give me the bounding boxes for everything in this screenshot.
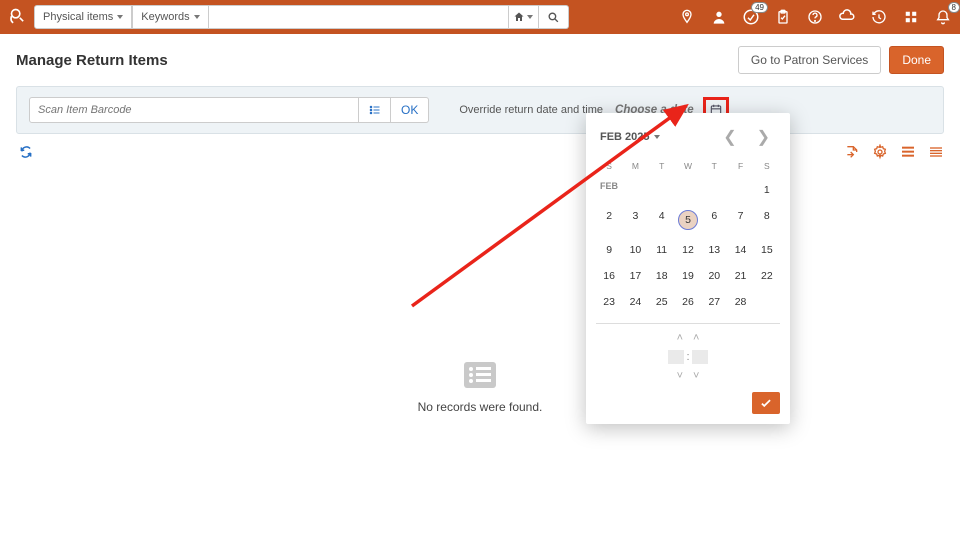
calendar-day[interactable]: 18 bbox=[649, 263, 675, 289]
search-button[interactable] bbox=[539, 5, 569, 29]
top-icons: 49 8 bbox=[678, 8, 952, 26]
date-picker-popup: FEB 2025 ❮ ❯ SMTWTFS FEB 1 2345678910111… bbox=[586, 113, 790, 424]
gear-icon[interactable] bbox=[872, 144, 888, 160]
scope-dropdown[interactable]: Physical items bbox=[34, 5, 132, 29]
calendar-day[interactable]: 22 bbox=[754, 263, 780, 289]
calendar-day[interactable]: 6 bbox=[701, 203, 727, 237]
calendar-day[interactable]: 12 bbox=[675, 237, 701, 263]
apps-icon[interactable] bbox=[902, 8, 920, 26]
app-logo[interactable] bbox=[8, 6, 30, 28]
calendar-day[interactable]: 28 bbox=[727, 289, 753, 315]
confirm-date-button[interactable] bbox=[752, 392, 780, 414]
calendar-day[interactable]: 15 bbox=[754, 237, 780, 263]
calendar-day[interactable]: 13 bbox=[701, 237, 727, 263]
calendar-day[interactable]: 14 bbox=[727, 237, 753, 263]
prev-month-button[interactable]: ❮ bbox=[717, 125, 742, 149]
home-button[interactable] bbox=[509, 5, 539, 29]
minute-field[interactable] bbox=[692, 350, 708, 364]
calendar-day[interactable]: 9 bbox=[596, 237, 622, 263]
calendar-day[interactable]: 24 bbox=[622, 289, 648, 315]
help-icon[interactable] bbox=[806, 8, 824, 26]
minute-up[interactable]: ˄ bbox=[693, 332, 699, 344]
calendar-day[interactable]: 27 bbox=[701, 289, 727, 315]
calendar-day[interactable]: 19 bbox=[675, 263, 701, 289]
calendar-day[interactable]: 16 bbox=[596, 263, 622, 289]
calendar-grid: 2345678910111213141516171819202122232425… bbox=[596, 203, 780, 315]
month-short: FEB bbox=[596, 177, 622, 203]
empty-message: No records were found. bbox=[0, 400, 960, 414]
tasks-badge: 49 bbox=[751, 2, 768, 13]
hour-field[interactable] bbox=[668, 350, 684, 364]
field-label: Keywords bbox=[141, 11, 189, 23]
month-year-label: FEB 2025 bbox=[600, 131, 650, 143]
calendar-day[interactable]: 11 bbox=[649, 237, 675, 263]
hour-up[interactable]: ˄ bbox=[677, 332, 683, 344]
next-month-button[interactable]: ❯ bbox=[751, 125, 776, 149]
calendar-day[interactable]: 5 bbox=[675, 203, 701, 237]
view-options bbox=[844, 144, 944, 160]
calendar-day[interactable]: 10 bbox=[622, 237, 648, 263]
detail-view-icon[interactable] bbox=[900, 144, 916, 160]
empty-list-icon bbox=[464, 362, 496, 388]
calendar-day[interactable]: 25 bbox=[649, 289, 675, 315]
list-toolbar bbox=[16, 142, 944, 162]
done-button[interactable]: Done bbox=[889, 46, 944, 74]
page-title: Manage Return Items bbox=[16, 52, 738, 69]
calendar-day[interactable]: 1 bbox=[754, 177, 780, 203]
calendar-day[interactable]: 23 bbox=[596, 289, 622, 315]
calendar-day[interactable]: 2 bbox=[596, 203, 622, 237]
patron-services-button[interactable]: Go to Patron Services bbox=[738, 46, 881, 74]
page-header: Manage Return Items Go to Patron Service… bbox=[0, 34, 960, 86]
calendar-day[interactable]: 17 bbox=[622, 263, 648, 289]
calendar-day[interactable]: 7 bbox=[727, 203, 753, 237]
location-icon[interactable] bbox=[678, 8, 696, 26]
alerts-icon[interactable]: 8 bbox=[934, 8, 952, 26]
refresh-icon[interactable] bbox=[16, 142, 36, 162]
caret-down-icon bbox=[194, 15, 200, 19]
time-picker: ˄˄ : ˅˅ bbox=[596, 323, 780, 382]
barcode-input[interactable] bbox=[29, 97, 359, 123]
scope-label: Physical items bbox=[43, 11, 113, 23]
ok-button[interactable]: OK bbox=[391, 97, 429, 123]
caret-down-icon bbox=[117, 15, 123, 19]
list-icon[interactable] bbox=[359, 97, 391, 123]
hour-down[interactable]: ˅ bbox=[677, 370, 683, 382]
search-group: Physical items Keywords bbox=[34, 5, 569, 29]
alerts-badge: 8 bbox=[948, 2, 960, 13]
weekday-row: SMTWTFS bbox=[596, 161, 780, 171]
user-icon[interactable] bbox=[710, 8, 728, 26]
scan-toolbar: OK Override return date and time bbox=[16, 86, 944, 134]
caret-down-icon bbox=[654, 135, 660, 139]
field-dropdown[interactable]: Keywords bbox=[132, 5, 208, 29]
history-icon[interactable] bbox=[870, 8, 888, 26]
calendar-day[interactable]: 21 bbox=[727, 263, 753, 289]
minute-down[interactable]: ˅ bbox=[693, 370, 699, 382]
top-bar: Physical items Keywords 49 8 bbox=[0, 0, 960, 34]
export-icon[interactable] bbox=[844, 144, 860, 160]
calendar-day[interactable]: 26 bbox=[675, 289, 701, 315]
tasks-icon[interactable]: 49 bbox=[742, 8, 760, 26]
ok-group: OK bbox=[359, 97, 429, 123]
calendar-day[interactable]: 8 bbox=[754, 203, 780, 237]
compact-view-icon[interactable] bbox=[928, 144, 944, 160]
clipboard-icon[interactable] bbox=[774, 8, 792, 26]
calendar-day[interactable]: 20 bbox=[701, 263, 727, 289]
override-label: Override return date and time bbox=[459, 104, 603, 116]
calendar-day[interactable]: 3 bbox=[622, 203, 648, 237]
cloud-icon[interactable] bbox=[838, 8, 856, 26]
calendar-day[interactable]: 4 bbox=[649, 203, 675, 237]
search-input[interactable] bbox=[209, 5, 509, 29]
caret-down-icon bbox=[527, 15, 533, 19]
month-year-selector[interactable]: FEB 2025 bbox=[600, 131, 660, 143]
empty-state: No records were found. bbox=[0, 362, 960, 414]
